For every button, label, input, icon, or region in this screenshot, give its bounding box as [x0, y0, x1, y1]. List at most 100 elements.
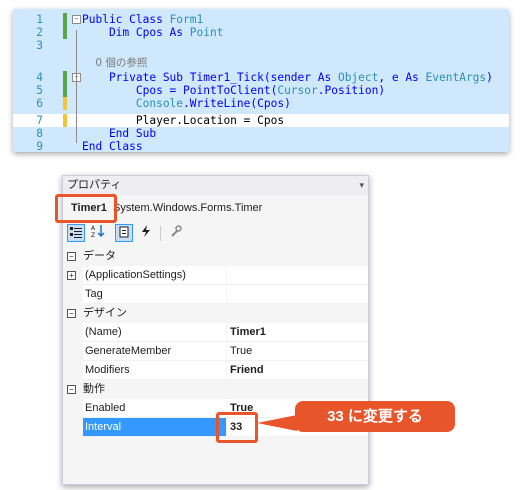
fold-guide: [76, 87, 77, 130]
line-number: 9: [36, 140, 43, 152]
code-line[interactable]: 0 個の参照: [13, 56, 509, 69]
code-token: .Position): [317, 84, 386, 97]
properties-title: プロパティ: [67, 179, 122, 191]
categorized-icon[interactable]: [67, 224, 85, 242]
property-name: GenerateMember: [85, 345, 172, 357]
code-editor[interactable]: 1− Public Class Form1 2 Dim Cpos As Point 3…: [13, 9, 509, 152]
property-name-cell[interactable]: Interval: [83, 418, 226, 437]
property-category[interactable]: − データ: [63, 247, 368, 266]
category-label: データ: [83, 250, 116, 262]
property-value-cell[interactable]: [227, 266, 368, 285]
code-token: EventArgs: [425, 71, 487, 84]
code-token: Player.Location = Cpos: [82, 114, 285, 127]
property-value-cell[interactable]: Timer1: [227, 323, 368, 342]
object-type: System.Windows.Forms.Timer: [113, 202, 263, 214]
code-token: , e As: [378, 71, 426, 84]
code-line[interactable]: 2 Dim Cpos As Point: [13, 26, 509, 39]
code-token: Form1: [169, 13, 204, 26]
properties-toolbar: AZ: [63, 222, 368, 244]
property-row[interactable]: + (ApplicationSettings): [63, 266, 368, 285]
code-line[interactable]: 6 Console.WriteLine(Cpos): [13, 97, 509, 110]
collapse-icon[interactable]: −: [72, 15, 81, 24]
property-name-cell[interactable]: GenerateMember: [83, 342, 226, 361]
property-category[interactable]: − 動作: [63, 380, 368, 399]
code-line[interactable]: 4− Private Sub Timer1_Tick(sender As Obj…: [13, 71, 509, 84]
code-text: Cpos = PointToClient(Cursor.Position): [82, 84, 385, 97]
code-text: End Class: [82, 140, 143, 152]
collapse-icon[interactable]: −: [67, 385, 76, 394]
code-token: End Class: [82, 140, 143, 152]
property-value: Friend: [230, 364, 264, 376]
code-line[interactable]: 3: [13, 39, 509, 52]
change-marker: [63, 84, 67, 97]
events-icon[interactable]: [137, 224, 155, 242]
svg-text:A: A: [91, 225, 96, 232]
collapse-icon[interactable]: −: [67, 309, 76, 318]
interval-value-highlight: [216, 412, 258, 443]
alphabetical-icon[interactable]: AZ: [89, 224, 107, 242]
line-number: 4: [36, 71, 43, 84]
code-text: Console.WriteLine(Cpos): [82, 97, 291, 110]
code-token: 0 個の参照: [82, 57, 148, 69]
collapse-icon[interactable]: −: [67, 252, 76, 261]
property-name: (ApplicationSettings): [85, 269, 186, 281]
property-name: Modifiers: [85, 364, 130, 376]
change-marker: [63, 26, 67, 39]
code-line[interactable]: 5 Cpos = PointToClient(Cursor.Position): [13, 84, 509, 97]
code-text: Player.Location = Cpos: [82, 114, 284, 127]
property-value: Timer1: [230, 326, 266, 338]
code-token: Point: [189, 26, 224, 39]
code-line[interactable]: 8 End Sub: [13, 127, 509, 140]
change-marker: [63, 71, 67, 84]
property-name: Tag: [85, 288, 103, 300]
code-token: .WriteLine(Cpos): [183, 97, 291, 110]
line-number: 8: [36, 127, 43, 140]
properties-icon[interactable]: [115, 224, 133, 242]
category-label: デザイン: [83, 307, 127, 319]
line-number: 5: [36, 84, 43, 97]
expand-icon[interactable]: +: [67, 271, 76, 280]
property-category[interactable]: − デザイン: [63, 304, 368, 323]
callout-tail: [257, 415, 297, 431]
code-text: Dim Cpos As Point: [82, 26, 224, 39]
property-row[interactable]: Tag: [63, 285, 368, 304]
window-position-icon[interactable]: ▾: [359, 176, 364, 195]
property-value: True: [230, 345, 253, 357]
property-row[interactable]: Modifiers Friend: [63, 361, 368, 380]
change-marker: [63, 13, 67, 26]
property-value-cell[interactable]: [227, 285, 368, 304]
code-token: Cpos = PointToClient(: [82, 84, 278, 97]
code-line[interactable]: 7 Player.Location = Cpos: [13, 114, 509, 127]
code-token: Private Sub Timer1_Tick(sender As: [82, 71, 338, 84]
svg-text:Z: Z: [91, 232, 95, 238]
property-value-cell[interactable]: True: [227, 342, 368, 361]
line-number: 3: [36, 39, 43, 52]
change-marker: [63, 97, 67, 110]
property-row[interactable]: GenerateMember True: [63, 342, 368, 361]
property-name-cell[interactable]: Modifiers: [83, 361, 226, 380]
code-line[interactable]: 1 − Public Class Form1: [13, 13, 509, 26]
line-number: 7: [36, 114, 43, 127]
property-value-cell[interactable]: Friend: [227, 361, 368, 380]
properties-title-bar: プロパティ ▾: [63, 176, 368, 195]
code-text: End Sub: [82, 127, 156, 140]
code-token: Dim Cpos As: [82, 26, 190, 39]
code-token: Console: [82, 97, 184, 110]
line-number: 2: [36, 26, 43, 39]
code-token: End Sub: [82, 127, 157, 140]
property-name: Enabled: [85, 402, 126, 414]
code-text: Public Class Form1: [82, 13, 203, 26]
property-pages-icon[interactable]: [167, 224, 185, 242]
code-token: Cursor: [277, 84, 318, 97]
property-name-cell[interactable]: (ApplicationSettings): [83, 266, 226, 285]
code-text: Private Sub Timer1_Tick(sender As Object…: [82, 71, 493, 84]
property-name-cell[interactable]: Tag: [83, 285, 226, 304]
property-name-cell[interactable]: Enabled: [83, 399, 226, 418]
property-row[interactable]: (Name) Timer1: [63, 323, 368, 342]
property-name: Interval: [85, 421, 122, 433]
code-token: Public Class: [82, 13, 170, 26]
toolbar-separator: [160, 226, 161, 241]
change-marker: [63, 114, 67, 127]
code-line[interactable]: 9 End Class: [13, 140, 509, 152]
property-name-cell[interactable]: (Name): [83, 323, 226, 342]
